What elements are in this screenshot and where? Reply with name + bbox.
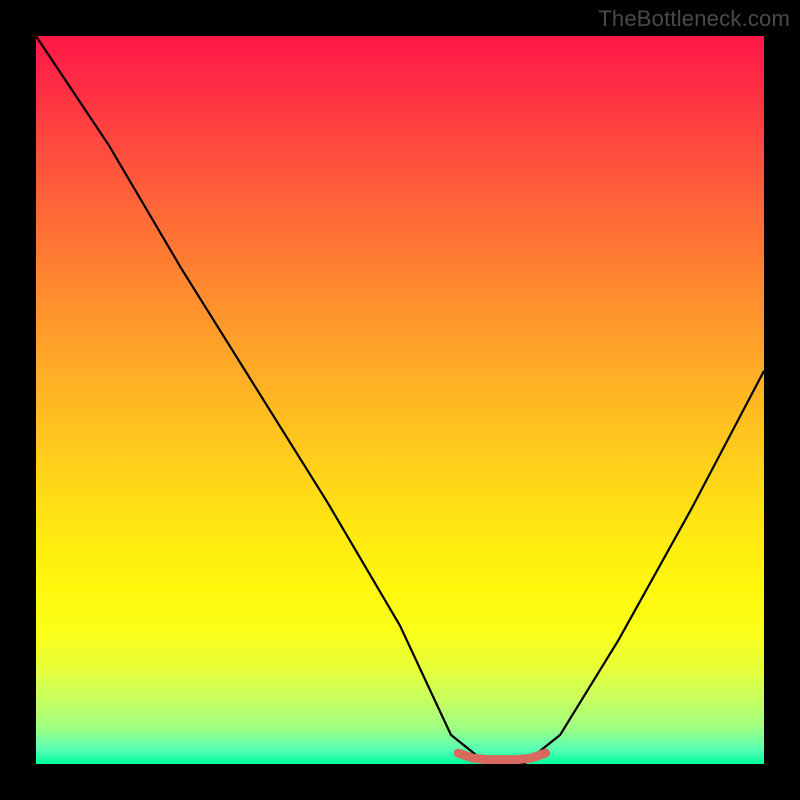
- watermark-label: TheBottleneck.com: [598, 6, 790, 32]
- bottleneck-curve-path: [36, 36, 764, 764]
- optimal-range-marker-path: [458, 753, 545, 760]
- chart-svg: [36, 36, 764, 764]
- chart-container: TheBottleneck.com: [0, 0, 800, 800]
- plot-area: [36, 36, 764, 764]
